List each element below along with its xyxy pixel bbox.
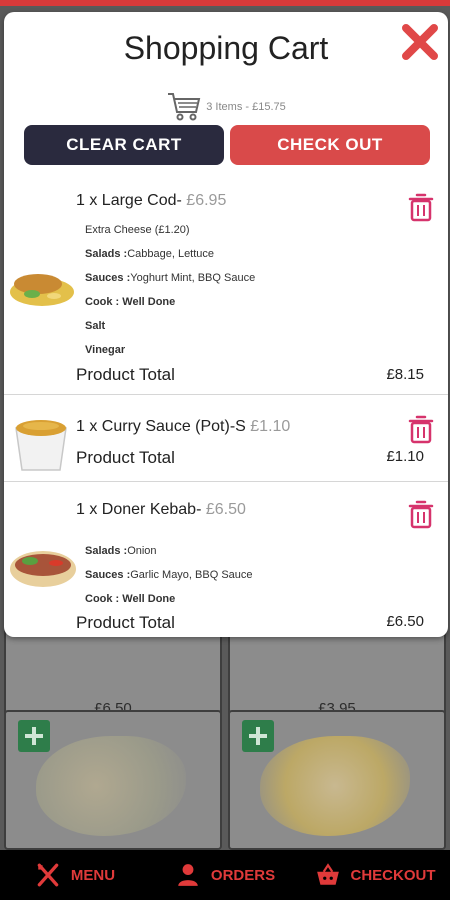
option-label: Salads :	[85, 248, 128, 260]
basket-icon	[316, 863, 339, 885]
option-label: Vinegar	[85, 344, 126, 356]
bottom-navigation: MENU ORDERS CHECKOUT	[0, 850, 450, 900]
trash-icon[interactable]	[408, 192, 434, 222]
food-image	[36, 736, 186, 836]
nav-checkout[interactable]: CHECKOUT	[300, 850, 450, 900]
cart-item-option: Cook : Well Done	[85, 593, 175, 605]
cart-item: 1 x Curry Sauce (Pot)-S £1.10 Product To…	[4, 396, 448, 482]
product-image	[15, 420, 67, 471]
cart-item: 1 x Large Cod- £6.95 Extra Cheese (£1.20…	[4, 180, 448, 395]
cart-item-unit-price: £1.10	[250, 418, 291, 435]
close-icon[interactable]	[400, 22, 440, 62]
food-image	[260, 736, 410, 836]
product-total-label: Product Total	[76, 365, 175, 384]
cart-item-title: 1 x Doner Kebab- £6.50	[76, 501, 246, 519]
trash-icon[interactable]	[408, 414, 434, 444]
cart-item-option: Vinegar	[85, 344, 125, 356]
option-value: Cabbage, Lettuce	[127, 248, 215, 260]
product-total-value: £1.10	[386, 448, 424, 465]
add-icon[interactable]	[18, 720, 50, 752]
option-label: Salt	[85, 320, 106, 332]
cart-item-title: 1 x Curry Sauce (Pot)-S £1.10	[76, 418, 290, 436]
option-value: Extra Cheese (£1.20)	[85, 224, 190, 236]
cart-item-unit-price: £6.50	[205, 501, 246, 518]
clear-cart-button[interactable]: CLEAR CART	[24, 125, 224, 165]
cart-item-option: Extra Cheese (£1.20)	[85, 224, 190, 236]
product-total-label: Product Total	[76, 613, 175, 632]
option-label: Sauces :	[85, 272, 131, 284]
cart-item-option: Salads :Cabbage, Lettuce	[85, 248, 214, 260]
checkout-button[interactable]: CHECK OUT	[230, 125, 430, 165]
option-label: Sauces :	[85, 569, 131, 581]
option-value: Onion	[127, 545, 157, 557]
user-icon	[178, 864, 198, 886]
cart-item: 1 x Doner Kebab- £6.50 Salads :Onion Sau…	[4, 483, 448, 637]
nav-orders-label: ORDERS	[210, 866, 276, 884]
cart-item-name: 1 x Large Cod-	[76, 192, 182, 209]
product-image	[10, 274, 74, 306]
nav-menu-label: MENU	[70, 866, 116, 884]
nav-menu[interactable]: MENU	[0, 850, 150, 900]
cart-summary: 3 Items - £15.75	[4, 90, 448, 124]
option-value: Garlic Mayo, BBQ Sauce	[130, 569, 253, 581]
cart-item-option: Salt	[85, 320, 105, 332]
cart-item-option: Sauces :Garlic Mayo, BBQ Sauce	[85, 569, 253, 581]
product-total-label: Product Total	[76, 448, 175, 467]
option-label: Cook : Well Done	[85, 593, 176, 605]
top-accent-bar	[0, 0, 450, 6]
cart-item-name: 1 x Curry Sauce (Pot)-S	[76, 418, 246, 435]
product-total-value: £8.15	[386, 366, 424, 383]
shopping-cart-modal: Shopping Cart 3 Items - £15.75 CLEAR CAR…	[4, 12, 448, 637]
cart-item-unit-price: £6.95	[186, 192, 227, 209]
add-icon[interactable]	[242, 720, 274, 752]
fork-knife-icon	[37, 863, 59, 887]
menu-tile[interactable]	[228, 710, 446, 850]
modal-title: Shopping Cart	[123, 30, 329, 66]
option-label: Cook : Well Done	[85, 296, 176, 308]
cart-item-name: 1 x Doner Kebab-	[76, 501, 202, 518]
cart-summary-text: 3 Items - £15.75	[206, 101, 286, 113]
product-total-value: £6.50	[386, 613, 424, 630]
option-value: Yoghurt Mint, BBQ Sauce	[130, 272, 256, 284]
cart-item-option: Salads :Onion	[85, 545, 157, 557]
product-image	[10, 551, 76, 587]
trash-icon[interactable]	[408, 499, 434, 529]
menu-tile[interactable]	[4, 710, 222, 850]
nav-orders[interactable]: ORDERS	[150, 850, 300, 900]
cart-item-title: 1 x Large Cod- £6.95	[76, 192, 226, 210]
cart-icon	[168, 93, 201, 121]
option-label: Salads :	[85, 545, 128, 557]
nav-checkout-label: CHECKOUT	[350, 866, 436, 884]
cart-item-option: Cook : Well Done	[85, 296, 175, 308]
cart-item-option: Sauces :Yoghurt Mint, BBQ Sauce	[85, 272, 255, 284]
